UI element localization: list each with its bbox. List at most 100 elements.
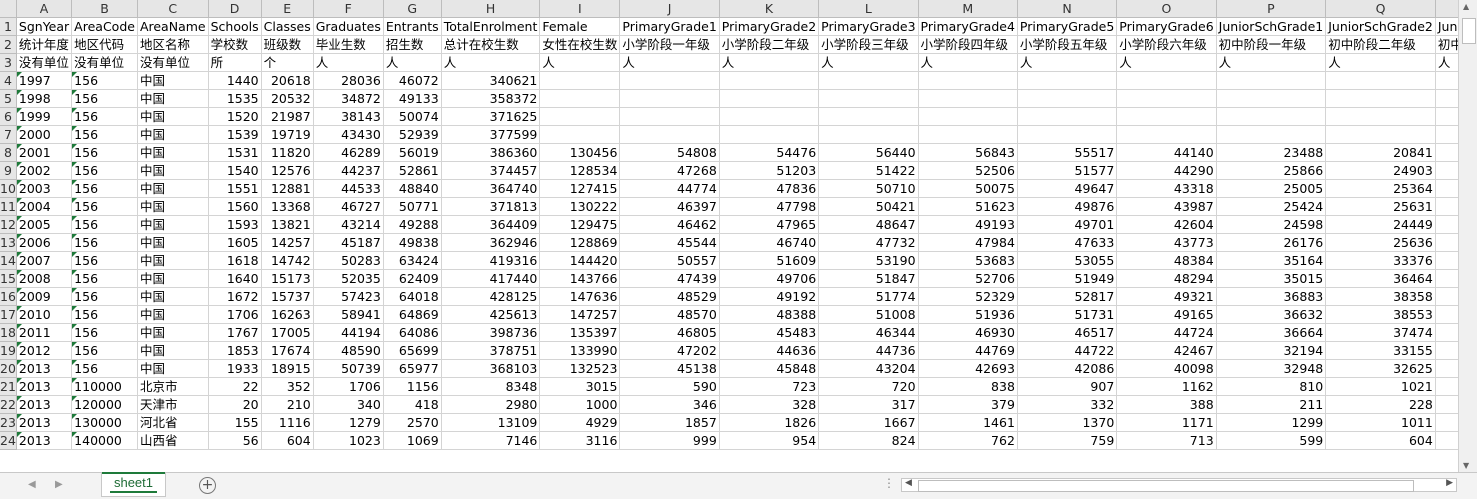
cell[interactable]: 25631 (1325, 197, 1436, 216)
cell[interactable] (818, 107, 919, 126)
cell[interactable]: 小学阶段一年级 (619, 35, 720, 54)
scroll-down-arrow-icon[interactable]: ▼ (1463, 461, 1469, 470)
cell[interactable]: 56019 (383, 143, 442, 162)
cell[interactable] (1325, 107, 1436, 126)
cell[interactable]: 1767 (208, 323, 262, 342)
cell[interactable]: 没有单位 (71, 53, 138, 72)
cell[interactable]: 天津市 (137, 395, 209, 414)
cell[interactable]: 1706 (208, 305, 262, 324)
cell[interactable]: 810 (1216, 377, 1327, 396)
cell[interactable]: 386360 (441, 143, 541, 162)
cell[interactable]: 64086 (383, 323, 442, 342)
cell[interactable]: 590 (619, 377, 720, 396)
cell[interactable]: 48294 (1116, 269, 1217, 288)
cell[interactable]: 156 (71, 215, 138, 234)
cell[interactable]: 144420 (539, 251, 621, 270)
cell[interactable]: 36632 (1216, 305, 1327, 324)
cell[interactable]: Female (539, 17, 621, 36)
cell[interactable] (719, 107, 820, 126)
column-header-f[interactable]: F (313, 0, 384, 18)
cell[interactable]: 53683 (918, 251, 1018, 270)
cell[interactable]: 人 (1216, 53, 1327, 72)
cell[interactable]: 51731 (1017, 305, 1118, 324)
cell[interactable]: 43430 (313, 125, 384, 144)
cell[interactable]: 51422 (818, 161, 919, 180)
row-header[interactable]: 8 (0, 143, 17, 162)
cell[interactable]: 51577 (1017, 161, 1118, 180)
cell[interactable]: 8348 (441, 377, 541, 396)
cell[interactable]: 14742 (261, 251, 314, 270)
cell[interactable]: 50283 (313, 251, 384, 270)
cell[interactable]: 19551 (1435, 143, 1458, 162)
cell[interactable]: 1299 (1216, 413, 1327, 432)
cell[interactable]: 2004 (16, 197, 73, 216)
cell[interactable]: 55517 (1017, 143, 1118, 162)
cell[interactable]: 720 (818, 377, 919, 396)
cell[interactable]: 1461 (918, 413, 1018, 432)
row-header[interactable]: 6 (0, 107, 17, 126)
cell[interactable]: 156 (71, 305, 138, 324)
cell[interactable]: 36664 (1216, 323, 1327, 342)
cell[interactable]: Classes (261, 17, 314, 36)
cell[interactable]: 15737 (261, 287, 314, 306)
column-header-k[interactable]: K (719, 0, 820, 18)
cell[interactable]: 47984 (918, 233, 1018, 252)
cell[interactable]: 156 (71, 287, 138, 306)
cell[interactable]: 初中阶段二年级 (1325, 35, 1436, 54)
cell[interactable]: 1116 (261, 413, 314, 432)
cell[interactable]: 759 (1017, 431, 1118, 450)
cell[interactable]: 762 (918, 431, 1018, 450)
row-header[interactable]: 20 (0, 359, 17, 378)
next-sheet-arrow-icon[interactable]: ▶ (55, 479, 63, 490)
column-header-c[interactable]: C (137, 0, 209, 18)
cell[interactable]: 428125 (441, 287, 541, 306)
cell[interactable]: 156 (71, 269, 138, 288)
cell[interactable]: 1520 (208, 107, 262, 126)
cell[interactable]: 没有单位 (16, 53, 73, 72)
cell[interactable]: 2009 (16, 287, 73, 306)
cell[interactable]: 16263 (261, 305, 314, 324)
row-header[interactable]: 17 (0, 305, 17, 324)
cell[interactable]: 17674 (261, 341, 314, 360)
cell[interactable]: 47836 (719, 179, 820, 198)
row-header[interactable]: 13 (0, 233, 17, 252)
cell[interactable]: 42604 (1116, 215, 1217, 234)
cell[interactable]: JuniorSchGrade3 (1435, 17, 1458, 36)
cell[interactable] (1017, 125, 1118, 144)
cell[interactable]: AreaCode (71, 17, 138, 36)
cell[interactable]: 143766 (539, 269, 621, 288)
cell[interactable]: 346 (619, 395, 720, 414)
cell[interactable]: 44636 (719, 341, 820, 360)
cell[interactable]: 24598 (1216, 215, 1327, 234)
cell[interactable]: 25364 (1325, 179, 1436, 198)
cell[interactable]: 130222 (539, 197, 621, 216)
cell[interactable]: 50075 (918, 179, 1018, 198)
cell[interactable]: 128869 (539, 233, 621, 252)
cell[interactable]: 51609 (719, 251, 820, 270)
cell[interactable]: 374457 (441, 161, 541, 180)
cell[interactable]: 210 (261, 395, 314, 414)
cell[interactable]: 54476 (719, 143, 820, 162)
cell[interactable]: 47798 (719, 197, 820, 216)
cell[interactable]: 156 (71, 89, 138, 108)
cell[interactable]: 156 (71, 251, 138, 270)
cell[interactable]: 46740 (719, 233, 820, 252)
column-header-d[interactable]: D (208, 0, 262, 18)
cell[interactable]: 中国 (137, 251, 209, 270)
cell[interactable] (1116, 125, 1217, 144)
cell[interactable]: 47202 (619, 341, 720, 360)
cell[interactable]: 1706 (313, 377, 384, 396)
cell[interactable]: 156 (71, 197, 138, 216)
cell[interactable]: 379 (918, 395, 1018, 414)
cell[interactable]: 1156 (383, 377, 442, 396)
vertical-scrollbar[interactable]: ▲ ▼ (1458, 0, 1477, 472)
column-header-h[interactable]: H (441, 0, 541, 18)
cell[interactable]: 44140 (1116, 143, 1217, 162)
row-header[interactable]: 1 (0, 17, 17, 36)
cell[interactable]: 43318 (1116, 179, 1217, 198)
cell[interactable]: 2008 (16, 269, 73, 288)
cell[interactable]: 37121 (1435, 287, 1458, 306)
cell[interactable]: 小学阶段二年级 (719, 35, 820, 54)
scroll-right-arrow-icon[interactable]: ▶ (1446, 478, 1453, 488)
cell[interactable]: 中国 (137, 107, 209, 126)
